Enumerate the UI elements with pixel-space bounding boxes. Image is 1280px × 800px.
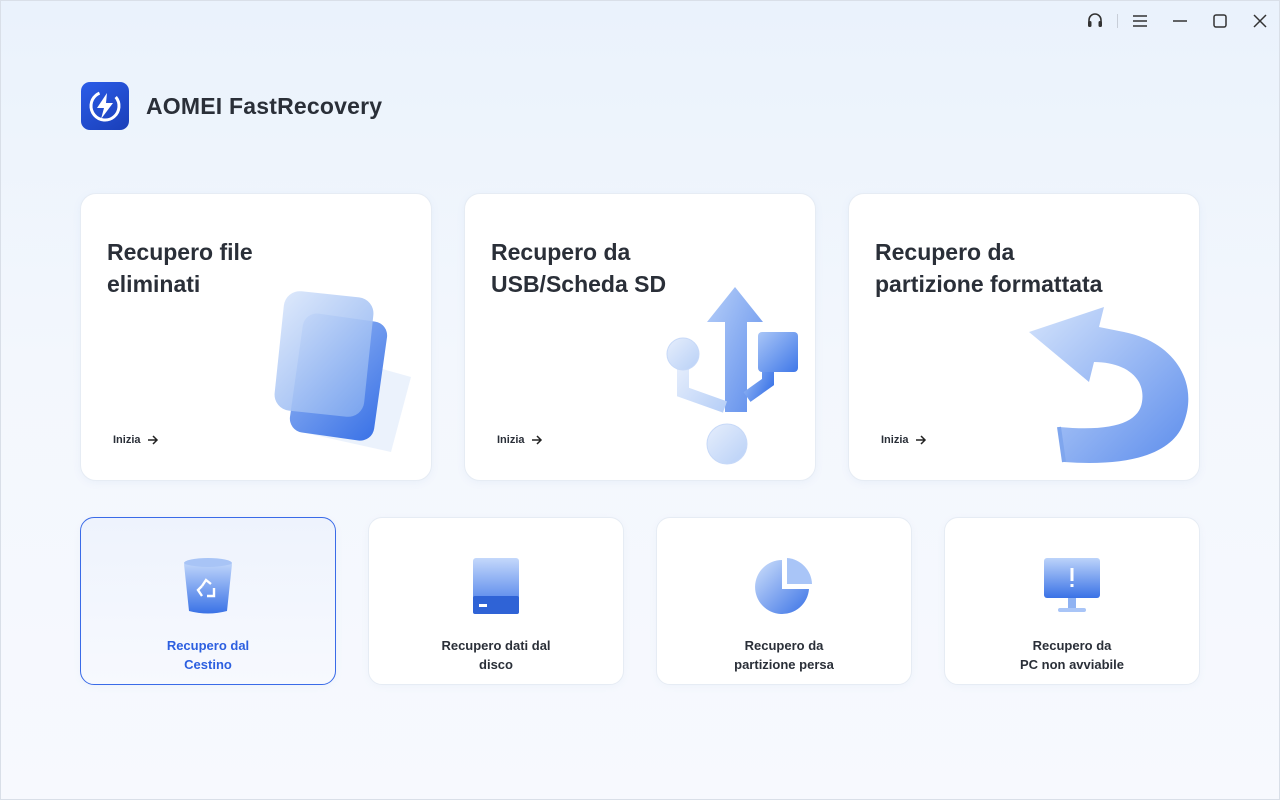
app-logo-icon <box>81 82 129 130</box>
titlebar-separator <box>1117 14 1118 28</box>
arrow-right-icon <box>531 435 542 445</box>
card-recycle-bin-recovery[interactable]: Recupero dal Cestino <box>80 517 336 685</box>
card-deleted-file-recovery[interactable]: Recupero file eliminati Inizia <box>80 193 432 481</box>
brand: AOMEI FastRecovery <box>81 82 382 130</box>
arrow-right-icon <box>147 435 158 445</box>
usb-illustration-icon <box>666 287 798 465</box>
card-disk-data-recovery[interactable]: Recupero dati dal disco <box>368 517 624 685</box>
close-icon[interactable] <box>1240 0 1280 42</box>
card-title: Recupero file eliminati <box>107 239 253 297</box>
pie-chart-icon <box>755 558 812 614</box>
card-title: Recupero da USB/Scheda SD <box>491 239 667 297</box>
minimize-icon[interactable] <box>1160 0 1200 42</box>
titlebar-controls <box>1075 0 1280 42</box>
card-label: Recupero da partizione persa <box>734 638 834 672</box>
card-unbootable-pc-recovery[interactable]: Recupero da PC non avviabile <box>944 517 1200 685</box>
card-title: Recupero da partizione formattata <box>875 239 1103 297</box>
monitor-warning-icon <box>1044 558 1100 612</box>
card-label: Recupero dati dal disco <box>441 638 551 672</box>
card-usb-sd-recovery[interactable]: Recupero da USB/Scheda SD Inizia <box>464 193 816 481</box>
app-title: AOMEI FastRecovery <box>146 92 383 119</box>
menu-icon[interactable] <box>1120 0 1160 42</box>
card-label: Recupero dal Cestino <box>166 638 250 672</box>
start-link[interactable]: Inizia <box>881 434 927 446</box>
maximize-icon[interactable] <box>1200 0 1240 42</box>
files-illustration-icon <box>274 291 411 452</box>
start-link[interactable]: Inizia <box>113 434 159 446</box>
card-label: Recupero da PC non avviabile <box>1019 638 1125 672</box>
undo-arrow-illustration-icon <box>1029 307 1189 463</box>
recycle-bin-icon <box>184 558 232 614</box>
card-lost-partition-recovery[interactable]: Recupero da partizione persa <box>656 517 912 685</box>
start-link[interactable]: Inizia <box>497 434 543 446</box>
support-icon[interactable] <box>1075 0 1115 42</box>
arrow-right-icon <box>915 435 926 445</box>
card-formatted-partition-recovery[interactable]: Recupero da partizione formattata Inizia <box>848 193 1200 481</box>
hard-disk-icon <box>473 558 519 614</box>
